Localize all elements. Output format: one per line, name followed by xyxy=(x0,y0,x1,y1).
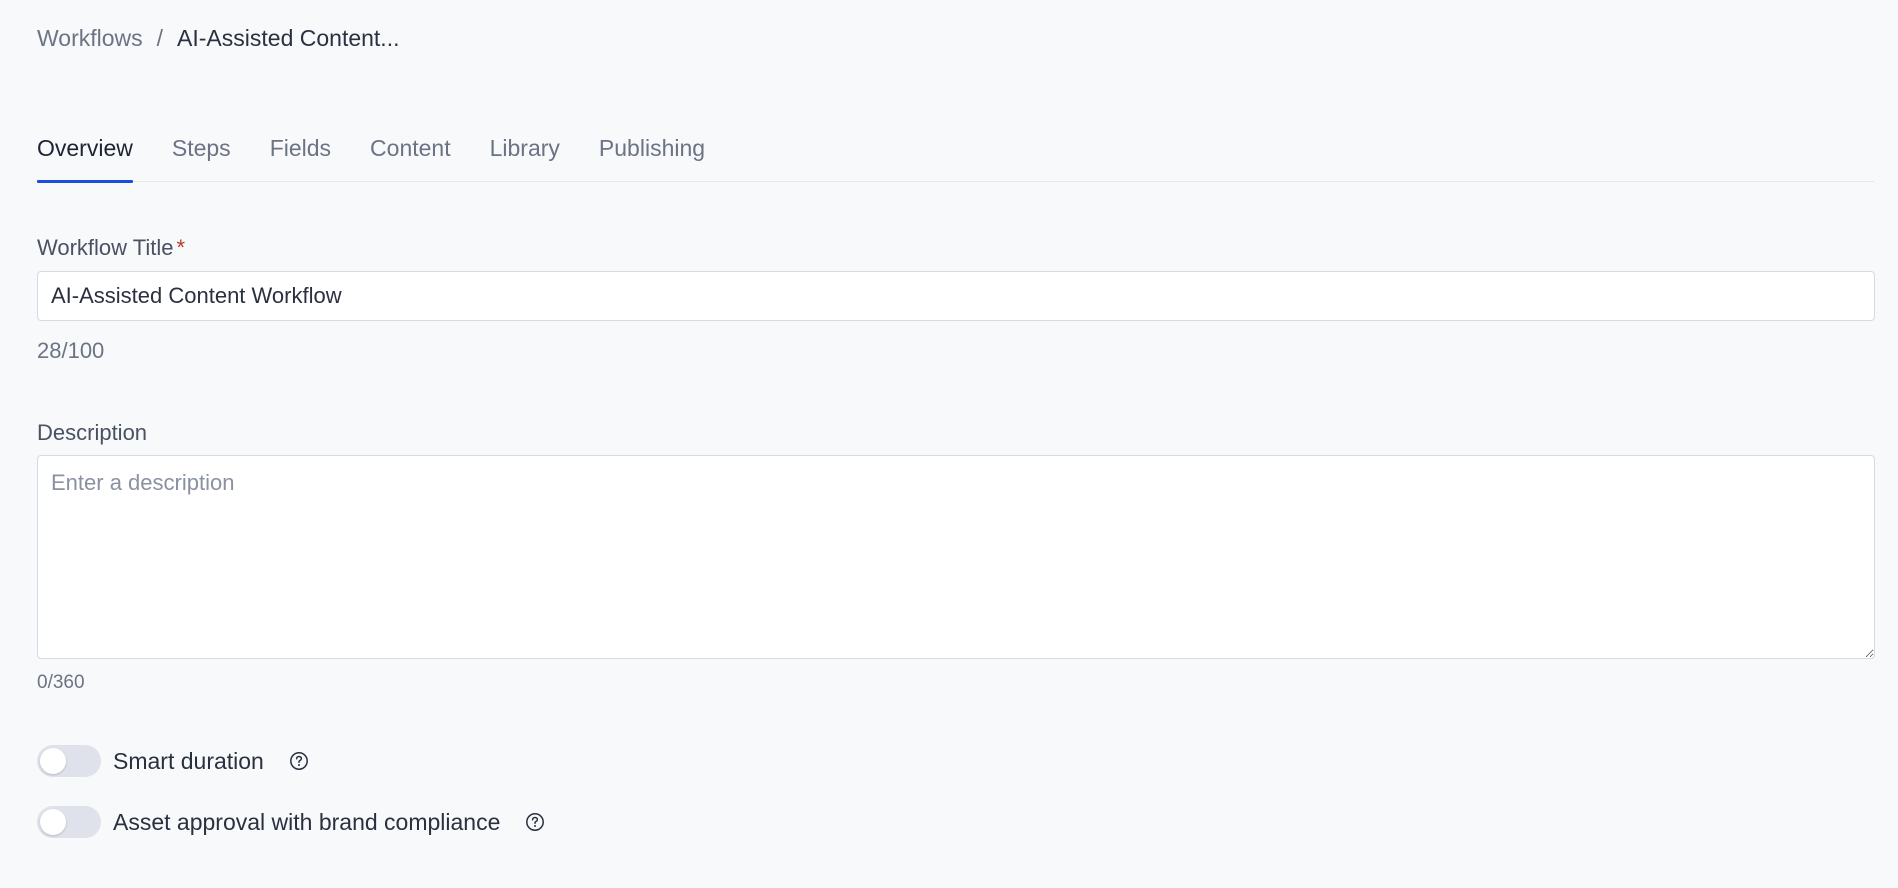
tab-bar: Overview Steps Fields Content Library Pu… xyxy=(37,130,1874,183)
tab-overview[interactable]: Overview xyxy=(37,130,133,183)
breadcrumb-separator: / xyxy=(156,25,164,51)
breadcrumb-current: AI-Assisted Content... xyxy=(177,25,400,51)
smart-duration-toggle[interactable] xyxy=(37,745,101,777)
tab-content[interactable]: Content xyxy=(370,130,451,182)
asset-approval-toggle[interactable] xyxy=(37,806,101,838)
tab-publishing[interactable]: Publishing xyxy=(599,130,705,182)
workflow-overview-page: Workflows / AI-Assisted Content... Overv… xyxy=(0,0,1898,888)
description-char-counter: 0/360 xyxy=(37,672,85,693)
toggle-knob xyxy=(40,748,66,774)
asset-approval-row: Asset approval with brand compliance xyxy=(37,806,545,838)
question-circle-icon[interactable] xyxy=(289,751,309,771)
description-textarea[interactable] xyxy=(37,455,1875,659)
tab-library[interactable]: Library xyxy=(490,130,560,182)
toggle-knob xyxy=(40,809,66,835)
description-label: Description xyxy=(37,420,148,445)
tab-fields[interactable]: Fields xyxy=(270,130,331,182)
question-circle-icon[interactable] xyxy=(525,812,545,832)
tab-steps[interactable]: Steps xyxy=(172,130,231,182)
breadcrumb: Workflows / AI-Assisted Content... xyxy=(37,24,399,52)
workflow-title-input[interactable] xyxy=(37,271,1875,321)
asset-approval-label: Asset approval with brand compliance xyxy=(113,808,501,835)
title-char-counter: 28/100 xyxy=(37,338,105,363)
required-mark: * xyxy=(176,235,186,260)
workflow-title-label-text: Workflow Title xyxy=(37,235,174,260)
smart-duration-row: Smart duration xyxy=(37,745,309,777)
workflow-title-label: Workflow Title * xyxy=(37,235,185,261)
breadcrumb-workflows-link[interactable]: Workflows xyxy=(37,24,143,52)
smart-duration-label: Smart duration xyxy=(113,747,264,774)
